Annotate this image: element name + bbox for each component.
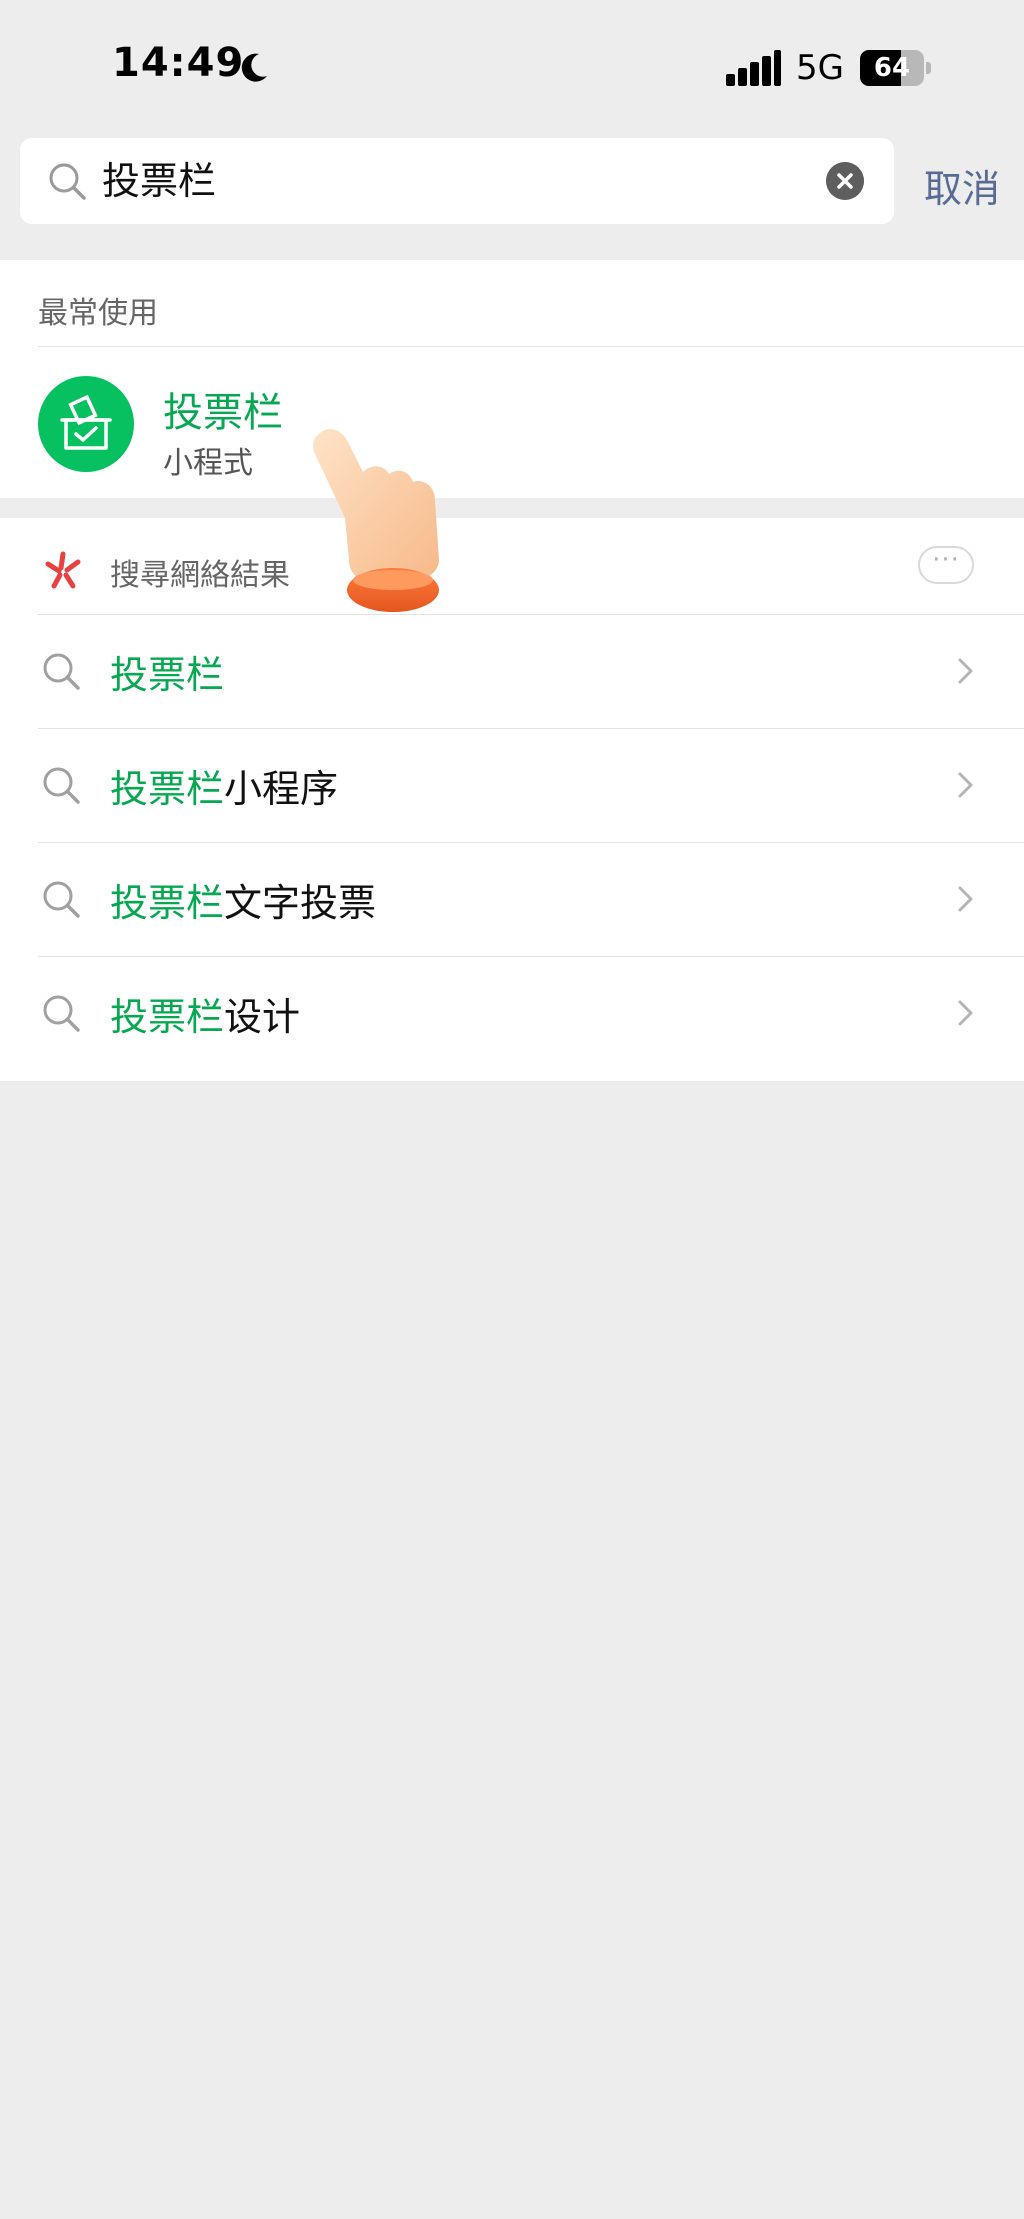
pointing-hand-icon <box>312 429 439 612</box>
recent-header: 最常使用 <box>38 296 158 331</box>
cancel-button[interactable]: 取消 <box>924 158 1000 213</box>
search-input[interactable] <box>102 138 802 224</box>
chevron-right-icon <box>958 772 973 798</box>
recent-section: 最常使用 <box>0 260 1024 498</box>
chevron-right-icon <box>958 886 973 912</box>
status-time: 14:49 <box>112 40 245 86</box>
mini-program-item[interactable] <box>0 346 1024 498</box>
web-results-header: 搜尋網絡結果 <box>110 558 290 593</box>
search-suggestion[interactable]: 投票栏 <box>0 614 1024 728</box>
chevron-right-icon <box>958 658 973 684</box>
suggestion-highlight: 投票栏 <box>110 653 225 697</box>
suggestion-highlight: 投票栏 <box>110 995 225 1039</box>
ballot-box-icon[interactable] <box>38 376 134 472</box>
search-icon <box>43 767 80 804</box>
suggestion-highlight: 投票栏 <box>110 881 225 925</box>
search-bar[interactable] <box>20 138 894 224</box>
search-icon <box>43 881 80 918</box>
suggestion-text: 投票栏文字投票 <box>110 872 376 927</box>
search-suggestion[interactable]: 投票栏设计 <box>0 956 1024 1070</box>
search-icon <box>43 653 80 690</box>
mini-program-name[interactable]: 投票栏 <box>163 380 283 438</box>
chevron-right-icon <box>958 1000 973 1026</box>
suggestion-text: 投票栏设计 <box>110 986 300 1041</box>
search-suggestion[interactable]: 投票栏小程序 <box>0 728 1024 842</box>
battery-icon: 64 <box>860 50 932 86</box>
search-icon <box>49 163 86 200</box>
more-button[interactable]: ··· <box>918 546 974 584</box>
suggestion-rest: 设计 <box>224 995 301 1039</box>
web-search-logo-icon <box>45 551 81 589</box>
suggestion-text: 投票栏小程序 <box>110 758 338 813</box>
web-results-section: 搜尋網絡結果 ··· 投票栏 投票栏小程序 投票栏文字投票 投票栏设计 <box>0 518 1024 1081</box>
mini-program-type: 小程式 <box>163 446 253 481</box>
network-label: 5G <box>796 48 844 88</box>
battery-level: 64 <box>873 53 911 83</box>
suggestion-highlight: 投票栏 <box>110 767 225 811</box>
search-icon <box>43 995 80 1032</box>
clear-icon[interactable] <box>826 162 864 200</box>
suggestion-text: 投票栏 <box>110 644 224 699</box>
status-bar: 14:49 5G 64 <box>0 0 1024 130</box>
suggestion-rest: 小程序 <box>224 767 339 811</box>
signal-icon <box>726 50 781 86</box>
search-suggestion[interactable]: 投票栏文字投票 <box>0 842 1024 956</box>
moon-icon <box>241 53 267 82</box>
suggestion-rest: 文字投票 <box>224 881 377 925</box>
